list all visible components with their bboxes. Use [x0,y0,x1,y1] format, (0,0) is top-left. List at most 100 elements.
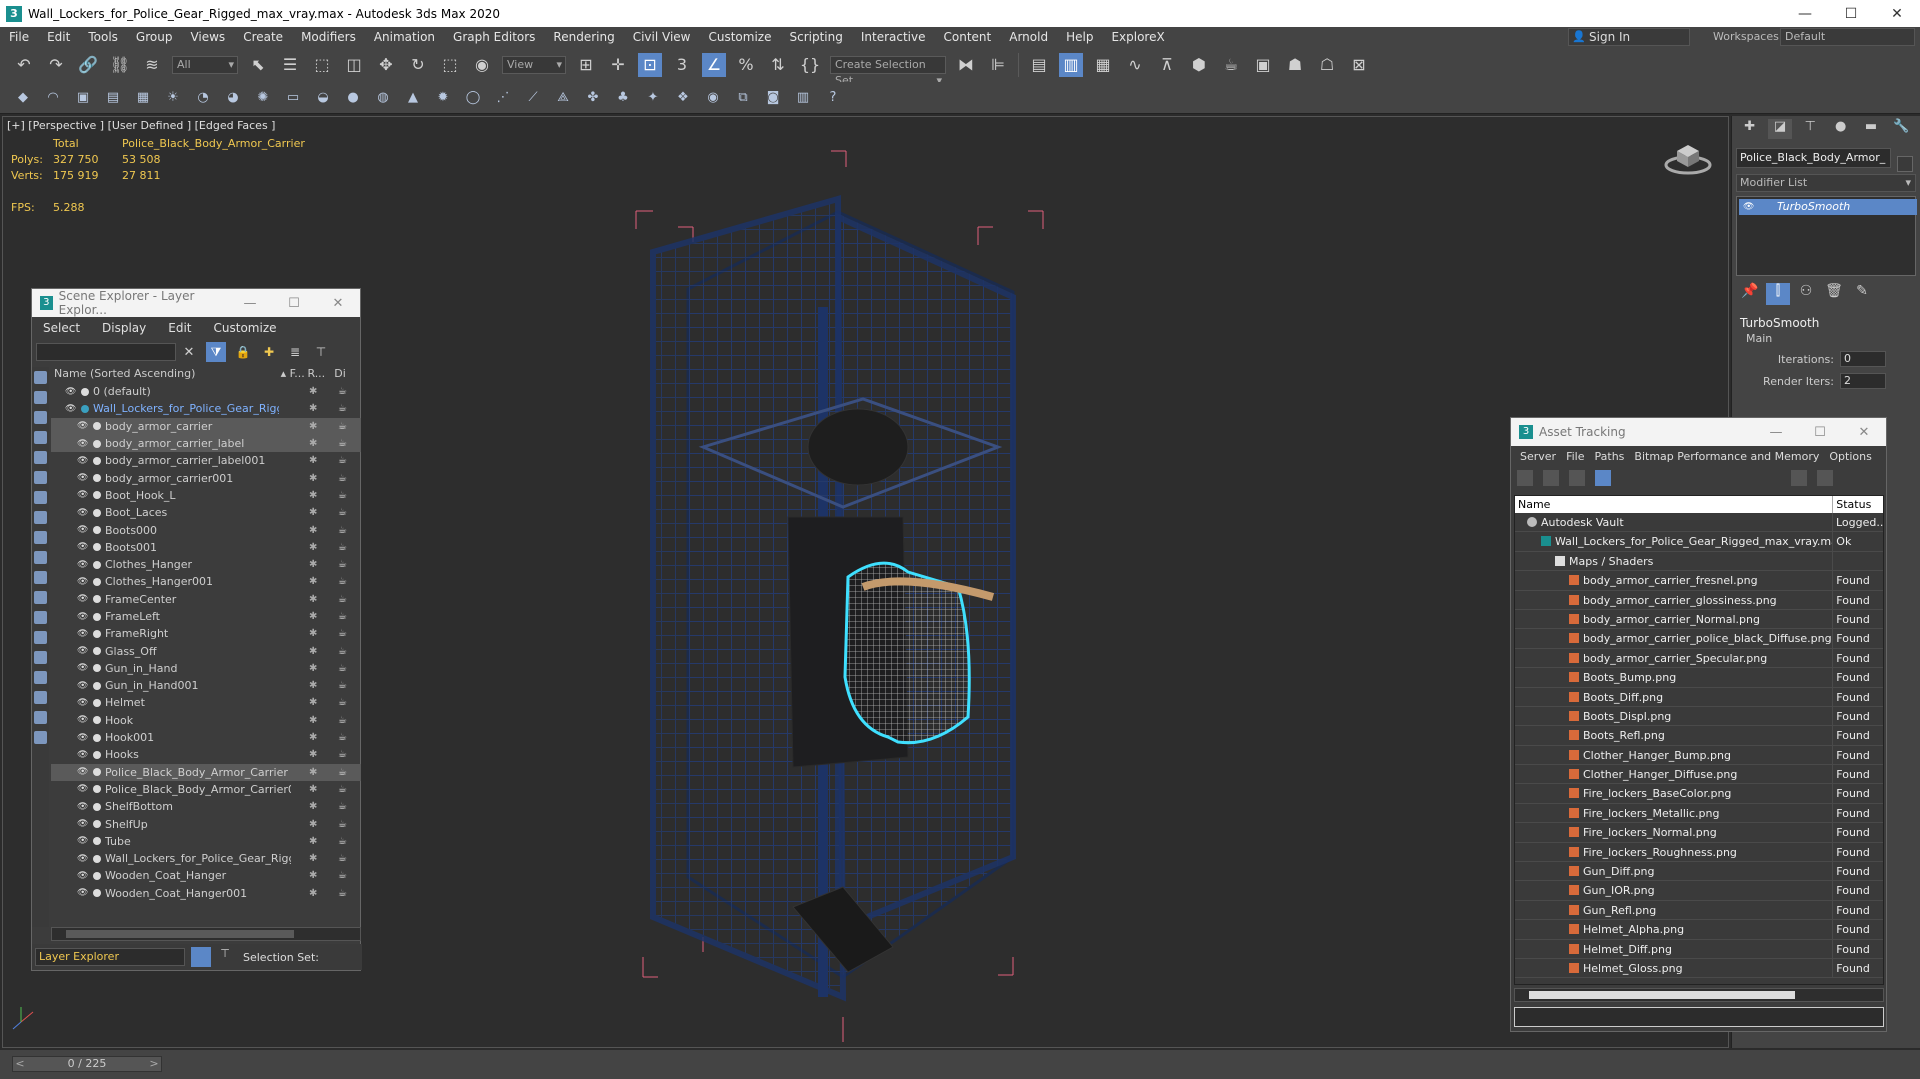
scene-explorer-row[interactable]: 👁 Wooden_Coat_Hanger001 ✱ ☕ [51,885,361,902]
redo-icon[interactable]: ↷ [44,53,68,77]
next-frame-button[interactable]: > [147,1057,161,1071]
renderable-icon[interactable]: ☕ [338,715,347,726]
renderable-icon[interactable]: ☕ [338,421,347,432]
freeze-icon[interactable]: ✱ [309,421,317,432]
vray-camera-icon[interactable]: ◙ [764,89,782,107]
freeze-icon[interactable]: ✱ [309,438,317,449]
lock-icon[interactable]: 🔒 [234,343,252,361]
move-icon[interactable]: ✥ [374,53,398,77]
display-groups-icon[interactable] [34,491,47,504]
renderable-icon[interactable]: ☕ [338,542,347,553]
asset-status-field[interactable] [1514,1007,1884,1027]
vray-sunlight-icon[interactable]: ✹ [434,89,452,107]
freeze-icon[interactable]: ✱ [309,507,317,518]
scene-explorer-row[interactable]: 👁 body_armor_carrier001 ✱ ☕ [51,469,361,486]
renderable-icon[interactable]: ☕ [338,732,347,743]
asset-row[interactable]: Fire_lockers_Roughness.png Found [1515,842,1883,863]
mirror-icon[interactable]: ⧓ [954,53,978,77]
horizontal-scrollbar[interactable] [51,927,361,941]
vray-proxy-icon[interactable]: ▤ [104,89,122,107]
close-button[interactable]: ✕ [1842,425,1886,440]
schematic-view-icon[interactable]: ⊼ [1155,53,1179,77]
vray-mesh-light-icon[interactable]: ◍ [374,89,392,107]
vray-displacement-icon[interactable]: ♣ [614,89,632,107]
renderable-icon[interactable]: ☕ [338,386,347,397]
display-helpers-icon[interactable] [34,451,47,464]
asset-row[interactable]: Fire_lockers_Normal.png Found [1515,823,1883,843]
vray-lister-icon[interactable]: ☀ [164,89,182,107]
menu-civil-view[interactable]: Civil View [624,30,700,44]
render-iters-spinner[interactable]: 2 [1840,373,1886,389]
bind-space-warp-icon[interactable]: ≋ [140,53,164,77]
align-icon[interactable]: ⊫ [986,53,1010,77]
spinner-snap-icon[interactable]: ⇅ [766,53,790,77]
visibility-eye-icon[interactable]: 👁 [77,508,89,518]
freeze-icon[interactable]: ✱ [309,715,317,726]
asset-row[interactable]: Helmet_Gloss.png Found [1515,958,1883,979]
column-renderable[interactable]: R... [307,367,334,383]
freeze-icon[interactable]: ✱ [309,628,317,639]
asset-row[interactable]: Gun_Refl.png Found [1515,900,1883,921]
modifier-stack-item[interactable]: TurboSmooth [1739,199,1917,215]
asset-row[interactable]: Helmet_Alpha.png Found [1515,920,1883,940]
at-menu-paths[interactable]: Paths [1590,450,1630,463]
search-input[interactable] [36,343,176,361]
freeze-icon[interactable]: ✱ [309,386,317,397]
vray-layers-icon[interactable]: ⧉ [734,89,752,107]
explorer-type-dropdown[interactable]: Layer Explorer [35,948,185,966]
menu-interactive[interactable]: Interactive [852,30,935,44]
minimize-button[interactable]: — [1754,425,1798,440]
freeze-icon[interactable]: ✱ [309,525,317,536]
asset-row[interactable]: Boots_Displ.png Found [1515,706,1883,727]
visibility-eye-icon[interactable]: 👁 [77,594,89,604]
snaps-toggle-icon[interactable]: 3 [670,53,694,77]
menu-modifiers[interactable]: Modifiers [292,30,365,44]
asset-tracking-window[interactable]: 3 Asset Tracking — ☐ ✕ Server File Paths… [1510,417,1887,1032]
freeze-icon[interactable]: ✱ [309,870,317,881]
scene-explorer-row[interactable]: 👁 ShelfUp ✱ ☕ [51,815,361,832]
renderable-icon[interactable]: ☕ [338,403,347,414]
renderable-icon[interactable]: ☕ [338,870,347,881]
scene-explorer-row[interactable]: 👁 Wall_Lockers_for_Police_Gear_Rigged ✱ ☕ [51,850,361,867]
select-by-name-icon[interactable]: ☰ [278,53,302,77]
scene-explorer-row[interactable]: 👁 Clothes_Hanger001 ✱ ☕ [51,573,361,590]
maximize-button[interactable]: ☐ [1828,6,1874,22]
asset-row[interactable]: Fire_lockers_BaseColor.png Found [1515,784,1883,804]
visibility-eye-icon[interactable]: 👁 [77,767,89,777]
unlink-icon[interactable]: ⛓ [108,53,132,77]
vray-ambient-icon[interactable]: ◯ [464,89,482,107]
freeze-icon[interactable]: ✱ [309,853,317,864]
asset-row[interactable]: body_armor_carrier_fresnel.png Found [1515,571,1883,591]
renderable-icon[interactable]: ☕ [338,680,347,691]
display-children-icon[interactable] [34,671,47,684]
invert-display-icon[interactable] [34,651,47,664]
freeze-icon[interactable]: ✱ [309,680,317,691]
visibility-eye-icon[interactable]: 👁 [77,421,89,431]
scene-explorer-row[interactable]: 👁 Gun_in_Hand ✱ ☕ [51,660,361,677]
create-tab-icon[interactable]: ✚ [1738,119,1761,139]
scene-explorer-row[interactable]: 👁 0 (default) ✱ ☕ [51,383,361,400]
menu-explorex[interactable]: ExploreX [1102,30,1173,44]
freeze-icon[interactable]: ✱ [309,836,317,847]
visibility-eye-icon[interactable]: 👁 [77,560,89,570]
curve-editor-icon[interactable]: ∿ [1123,53,1147,77]
pin-icon[interactable] [1817,470,1833,486]
ribbon-icon[interactable]: ▦ [1091,53,1115,77]
visibility-eye-icon[interactable]: 👁 [77,525,89,535]
edit-named-selection-icon[interactable]: {} [798,53,822,77]
vray-instancer-icon[interactable]: ⟋ [524,89,542,107]
asset-row[interactable]: Boots_Refl.png Found [1515,726,1883,746]
select-manipulate-icon[interactable]: ✛ [606,53,630,77]
vray-sphere-light-icon[interactable]: ● [344,89,362,107]
render-cloud-icon[interactable]: ⊠ [1347,53,1371,77]
scene-explorer-row[interactable]: 👁 Boot_Laces ✱ ☕ [51,504,361,521]
clear-search-icon[interactable]: ✕ [180,343,198,361]
render-iterative-icon[interactable]: ☖ [1315,53,1339,77]
display-geometry-icon[interactable] [34,371,47,384]
freeze-icon[interactable]: ✱ [309,801,317,812]
visibility-eye-icon[interactable]: 👁 [77,888,89,898]
maximize-button[interactable]: ☐ [1798,425,1842,440]
menu-help[interactable]: Help [1057,30,1102,44]
at-menu-file[interactable]: File [1561,450,1589,463]
minimize-button[interactable]: — [228,296,272,311]
